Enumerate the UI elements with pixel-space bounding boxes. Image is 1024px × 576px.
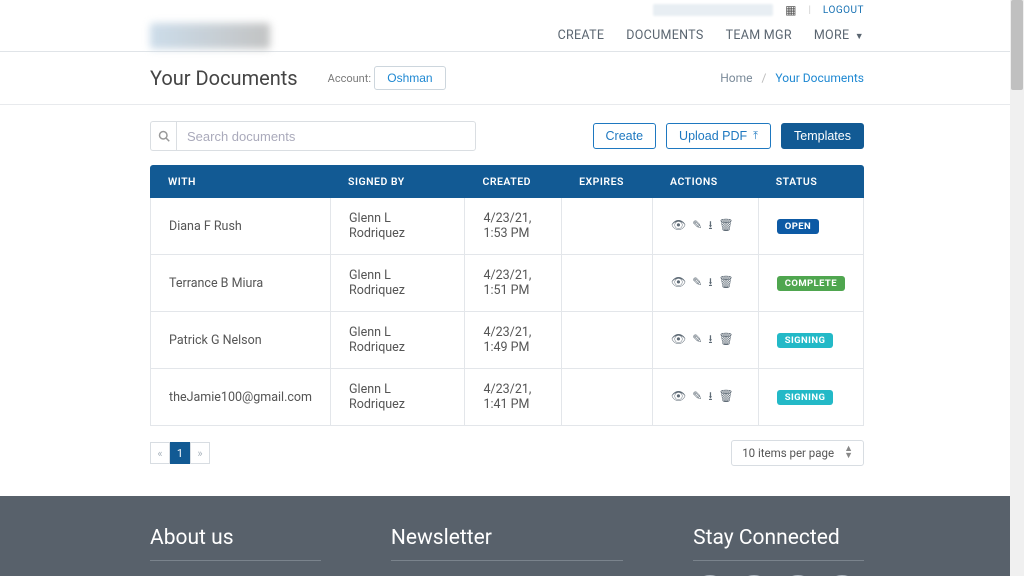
cell-expires xyxy=(561,312,652,369)
footer-social-heading: Stay Connected xyxy=(693,526,864,561)
sort-icon: ▲▼ xyxy=(844,446,853,460)
cell-expires xyxy=(561,255,652,312)
documents-table: WITH SIGNED BY CREATED EXPIRES ACTIONS S… xyxy=(150,165,864,426)
cell-with: Patrick G Nelson xyxy=(150,312,330,369)
table-row[interactable]: theJamie100@gmail.comGlenn L Rodriquez4/… xyxy=(150,369,864,426)
col-signed-by[interactable]: SIGNED BY xyxy=(330,165,464,198)
pagination: « 1 » xyxy=(150,442,210,464)
view-icon[interactable]: 👁 xyxy=(671,275,686,289)
upload-pdf-button[interactable]: Upload PDF ⤒ xyxy=(666,123,771,149)
status-badge: SIGNING xyxy=(777,390,834,405)
delete-icon[interactable]: 🗑 xyxy=(719,389,734,403)
search-icon xyxy=(150,121,176,151)
divider: | xyxy=(808,5,810,16)
table-row[interactable]: Diana F RushGlenn L Rodriquez4/23/21, 1:… xyxy=(150,198,864,255)
col-created[interactable]: CREATED xyxy=(464,165,561,198)
delete-icon[interactable]: 🗑 xyxy=(719,218,734,232)
col-expires[interactable]: EXPIRES xyxy=(561,165,652,198)
download-icon[interactable]: ⭳ xyxy=(708,216,712,237)
cell-signed-by: Glenn L Rodriquez xyxy=(330,255,464,312)
cell-created: 4/23/21, 1:51 PM xyxy=(464,255,561,312)
chevron-down-icon: ▼ xyxy=(855,32,864,42)
edit-icon[interactable]: ✎ xyxy=(692,275,702,289)
table-row[interactable]: Patrick G NelsonGlenn L Rodriquez4/23/21… xyxy=(150,312,864,369)
edit-icon[interactable]: ✎ xyxy=(692,389,702,403)
nav-team-mgr[interactable]: TEAM MGR xyxy=(726,28,792,43)
cell-expires xyxy=(561,369,652,426)
download-icon[interactable]: ⭳ xyxy=(708,273,712,294)
items-per-page[interactable]: 10 items per page ▲▼ xyxy=(731,440,864,466)
nav-documents[interactable]: DOCUMENTS xyxy=(626,28,703,43)
footer-about-heading: About us xyxy=(150,526,321,561)
logout-link[interactable]: LOGOUT xyxy=(823,5,864,16)
templates-button[interactable]: Templates xyxy=(781,123,864,149)
cell-with: Terrance B Miura xyxy=(150,255,330,312)
footer-newsletter-heading: Newsletter xyxy=(391,526,623,561)
scrollbar-thumb[interactable] xyxy=(1011,0,1023,90)
cell-with: theJamie100@gmail.com xyxy=(150,369,330,426)
account-label: Account: xyxy=(328,72,371,85)
edit-icon[interactable]: ✎ xyxy=(692,332,702,346)
nav-more[interactable]: MORE ▼ xyxy=(814,28,864,43)
cell-with: Diana F Rush xyxy=(150,198,330,255)
page-prev[interactable]: « xyxy=(150,442,170,464)
status-badge: COMPLETE xyxy=(777,276,845,291)
breadcrumb: Home / Your Documents xyxy=(720,71,864,85)
cell-created: 4/23/21, 1:49 PM xyxy=(464,312,561,369)
page-next[interactable]: » xyxy=(190,442,210,464)
account-selector[interactable]: Oshman xyxy=(374,66,445,90)
cell-signed-by: Glenn L Rodriquez xyxy=(330,369,464,426)
download-icon[interactable]: ⭳ xyxy=(708,330,712,351)
cell-signed-by: Glenn L Rodriquez xyxy=(330,312,464,369)
scrollbar[interactable] xyxy=(1010,0,1024,576)
search-input[interactable] xyxy=(176,121,476,151)
col-actions: ACTIONS xyxy=(652,165,758,198)
view-icon[interactable]: 👁 xyxy=(671,218,686,232)
brand-logo[interactable] xyxy=(150,23,270,49)
view-icon[interactable]: 👁 xyxy=(671,389,686,403)
upload-icon: ⤒ xyxy=(753,130,758,143)
view-icon[interactable]: 👁 xyxy=(671,332,686,346)
download-icon[interactable]: ⭳ xyxy=(708,387,712,408)
page-title: Your Documents xyxy=(150,66,298,90)
edit-icon[interactable]: ✎ xyxy=(692,218,702,232)
cell-signed-by: Glenn L Rodriquez xyxy=(330,198,464,255)
table-row[interactable]: Terrance B MiuraGlenn L Rodriquez4/23/21… xyxy=(150,255,864,312)
delete-icon[interactable]: 🗑 xyxy=(719,332,734,346)
create-button[interactable]: Create xyxy=(593,123,657,149)
col-status[interactable]: STATUS xyxy=(758,165,864,198)
user-name-blur xyxy=(653,4,773,16)
status-badge: OPEN xyxy=(777,219,819,234)
delete-icon[interactable]: 🗑 xyxy=(719,275,734,289)
apps-grid-icon[interactable]: ▦ xyxy=(785,3,796,17)
cell-created: 4/23/21, 1:41 PM xyxy=(464,369,561,426)
nav-create[interactable]: CREATE xyxy=(558,28,605,43)
page-1[interactable]: 1 xyxy=(170,442,190,464)
breadcrumb-home[interactable]: Home xyxy=(720,71,752,85)
breadcrumb-current: Your Documents xyxy=(775,71,864,85)
cell-created: 4/23/21, 1:53 PM xyxy=(464,198,561,255)
cell-expires xyxy=(561,198,652,255)
status-badge: SIGNING xyxy=(777,333,834,348)
col-with[interactable]: WITH xyxy=(150,165,330,198)
